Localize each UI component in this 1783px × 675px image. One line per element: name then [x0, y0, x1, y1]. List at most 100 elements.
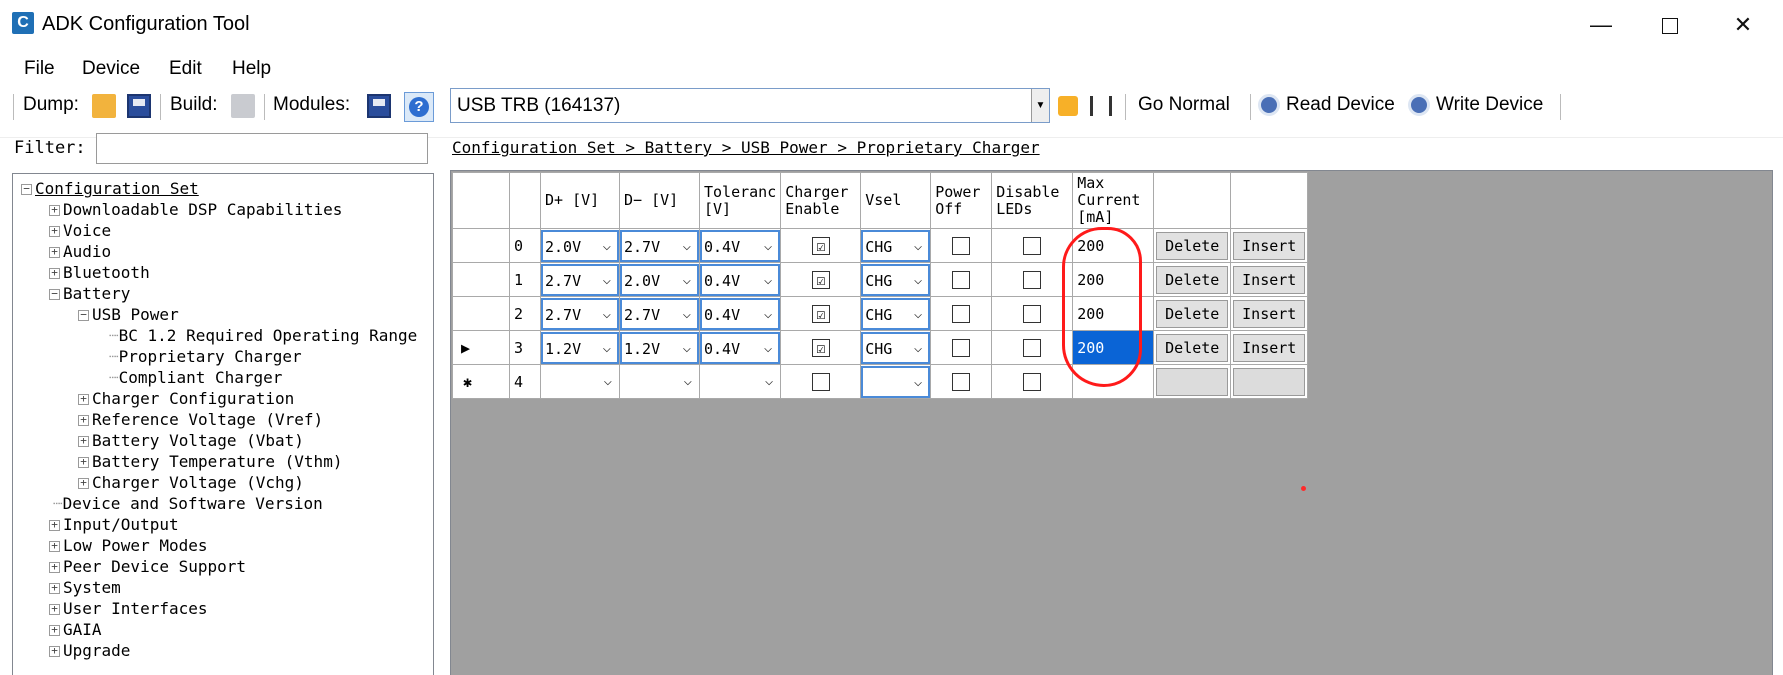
delete-button[interactable]: Delete [1156, 231, 1229, 260]
tolerance-cell[interactable]: 0.4V ⌵ [698, 296, 782, 331]
chevron-down-icon[interactable]: ⌵ [914, 306, 922, 322]
delete-button[interactable]: Delete [1156, 333, 1229, 362]
new-row-marker[interactable]: ✱ [452, 364, 510, 399]
expand-icon[interactable]: + [49, 246, 60, 258]
tree-item[interactable]: + Low Power Modes [49, 535, 208, 556]
menu-help[interactable]: Help [232, 58, 271, 80]
expand-icon[interactable]: + [49, 225, 60, 237]
dplus-select[interactable]: ⌵ [541, 365, 619, 398]
tree-item[interactable]: + Downloadable DSP Capabilities [49, 199, 342, 220]
charger-enable-checkbox[interactable]: ☑ [811, 236, 830, 255]
tree-item[interactable]: + Voice [49, 220, 111, 241]
menu-edit[interactable]: Edit [169, 58, 202, 80]
chevron-down-icon[interactable]: ⌵ [914, 340, 922, 356]
refresh-icon[interactable] [1058, 96, 1078, 116]
dplus-select[interactable]: 2.7V ⌵ [541, 297, 619, 330]
chevron-down-icon[interactable]: ⌵ [604, 373, 612, 389]
device-select[interactable]: USB TRB (164137) ▼ [450, 88, 1050, 123]
chevron-down-icon[interactable]: ⌵ [683, 340, 691, 356]
folder-icon[interactable] [231, 94, 255, 118]
tree-item[interactable]: + Charger Voltage (Vchg) [78, 472, 304, 493]
dminus-select[interactable]: 1.2V ⌵ [620, 331, 699, 364]
chevron-down-icon[interactable]: ⌵ [764, 306, 772, 322]
dminus-select[interactable]: 2.0V ⌵ [620, 263, 699, 296]
dplus-cell[interactable]: 2.0V ⌵ [540, 228, 620, 263]
chevron-down-icon[interactable]: ⌵ [603, 306, 611, 322]
close-icon[interactable]: ✕ [1728, 12, 1758, 38]
disable-leds-checkbox[interactable] [1023, 372, 1042, 391]
tree-item[interactable]: + GAIA [49, 619, 102, 640]
dminus-cell[interactable]: 1.2V ⌵ [619, 330, 700, 365]
save-icon[interactable] [127, 94, 151, 118]
folder-icon[interactable] [92, 94, 116, 118]
disable-leds-checkbox[interactable] [1023, 236, 1042, 255]
insert-button[interactable]: Insert [1233, 231, 1306, 260]
tolerance-cell[interactable]: ⌵ [698, 364, 782, 399]
tree-item[interactable]: + System [49, 577, 121, 598]
dplus-select[interactable]: 2.7V ⌵ [541, 263, 619, 296]
power-off-checkbox[interactable] [952, 338, 971, 357]
tolerance-select[interactable]: 0.4V ⌵ [700, 229, 781, 262]
dplus-select[interactable]: 1.2V ⌵ [541, 331, 619, 364]
tree-item[interactable]: + Battery Voltage (Vbat) [78, 430, 304, 451]
disable-leds-checkbox[interactable] [1023, 270, 1042, 289]
tree-item[interactable]: − Battery [49, 283, 130, 304]
row-header[interactable] [452, 262, 510, 297]
vsel-select[interactable]: CHG ⌵ [861, 263, 931, 296]
dminus-cell[interactable]: ⌵ [619, 364, 700, 399]
col-header-disable-leds[interactable]: Disable LEDs [991, 172, 1074, 229]
delete-button[interactable]: Delete [1156, 299, 1229, 328]
row-header[interactable] [452, 296, 510, 331]
dplus-cell[interactable]: ⌵ [540, 364, 620, 399]
expand-icon[interactable]: + [49, 540, 60, 552]
power-off-checkbox[interactable] [952, 270, 971, 289]
expand-icon[interactable]: + [49, 645, 60, 657]
tolerance-select[interactable]: 0.4V ⌵ [700, 263, 781, 296]
tree-item[interactable]: + Charger Configuration [78, 388, 294, 409]
dplus-cell[interactable]: 1.2V ⌵ [540, 330, 620, 365]
expand-icon[interactable]: + [49, 582, 60, 594]
tolerance-select[interactable]: 0.4V ⌵ [700, 297, 781, 330]
col-header-max-current[interactable]: Max Current [mA] [1072, 172, 1155, 229]
chevron-down-icon[interactable]: ⌵ [684, 373, 692, 389]
mode-icon[interactable] [1090, 96, 1112, 116]
col-header-dminus[interactable]: D− [V] [619, 172, 700, 229]
tree-item[interactable]: ┈Proprietary Charger [109, 346, 302, 367]
expand-icon[interactable]: + [78, 393, 89, 405]
tree-item[interactable]: − USB Power [78, 304, 179, 325]
current-row-marker[interactable]: ▶ [452, 330, 510, 365]
tolerance-select[interactable]: ⌵ [700, 365, 781, 398]
dminus-cell[interactable]: 2.7V ⌵ [619, 228, 700, 263]
chevron-down-icon[interactable]: ⌵ [683, 272, 691, 288]
disable-leds-checkbox[interactable] [1023, 304, 1042, 323]
tree-item[interactable]: + Input/Output [49, 514, 179, 535]
tree-item[interactable]: + Battery Temperature (Vthm) [78, 451, 342, 472]
menu-file[interactable]: File [24, 58, 55, 80]
chevron-down-icon[interactable]: ⌵ [765, 373, 773, 389]
tree-item[interactable]: − Configuration Set [21, 178, 199, 199]
delete-button[interactable]: Delete [1156, 265, 1229, 294]
vsel-cell[interactable]: CHG ⌵ [860, 330, 932, 365]
tolerance-cell[interactable]: 0.4V ⌵ [698, 262, 782, 297]
chevron-down-icon[interactable]: ⌵ [764, 272, 772, 288]
power-off-checkbox[interactable] [952, 304, 971, 323]
tree-item[interactable]: + User Interfaces [49, 598, 208, 619]
charger-enable-checkbox[interactable]: ☑ [811, 304, 830, 323]
insert-button[interactable]: Insert [1233, 265, 1306, 294]
expand-icon[interactable]: + [78, 414, 89, 426]
disable-leds-checkbox[interactable] [1023, 338, 1042, 357]
row-header[interactable] [452, 228, 510, 263]
tree-item[interactable]: ┈Device and Software Version [53, 493, 323, 514]
tree-item[interactable]: + Reference Voltage (Vref) [78, 409, 323, 430]
write-device-icon[interactable] [1408, 94, 1430, 116]
power-off-checkbox[interactable] [952, 236, 971, 255]
expand-icon[interactable]: + [49, 561, 60, 573]
tree-item[interactable]: + Peer Device Support [49, 556, 246, 577]
col-header-tolerance[interactable]: Toleranc [V] [698, 172, 782, 229]
dplus-select[interactable]: 2.0V ⌵ [541, 229, 619, 262]
help-icon[interactable]: ? [404, 92, 434, 122]
chevron-down-icon[interactable]: ⌵ [603, 238, 611, 254]
dminus-select[interactable]: ⌵ [620, 365, 699, 398]
charger-enable-checkbox[interactable]: ☑ [811, 270, 830, 289]
chevron-down-icon[interactable]: ⌵ [914, 272, 922, 288]
